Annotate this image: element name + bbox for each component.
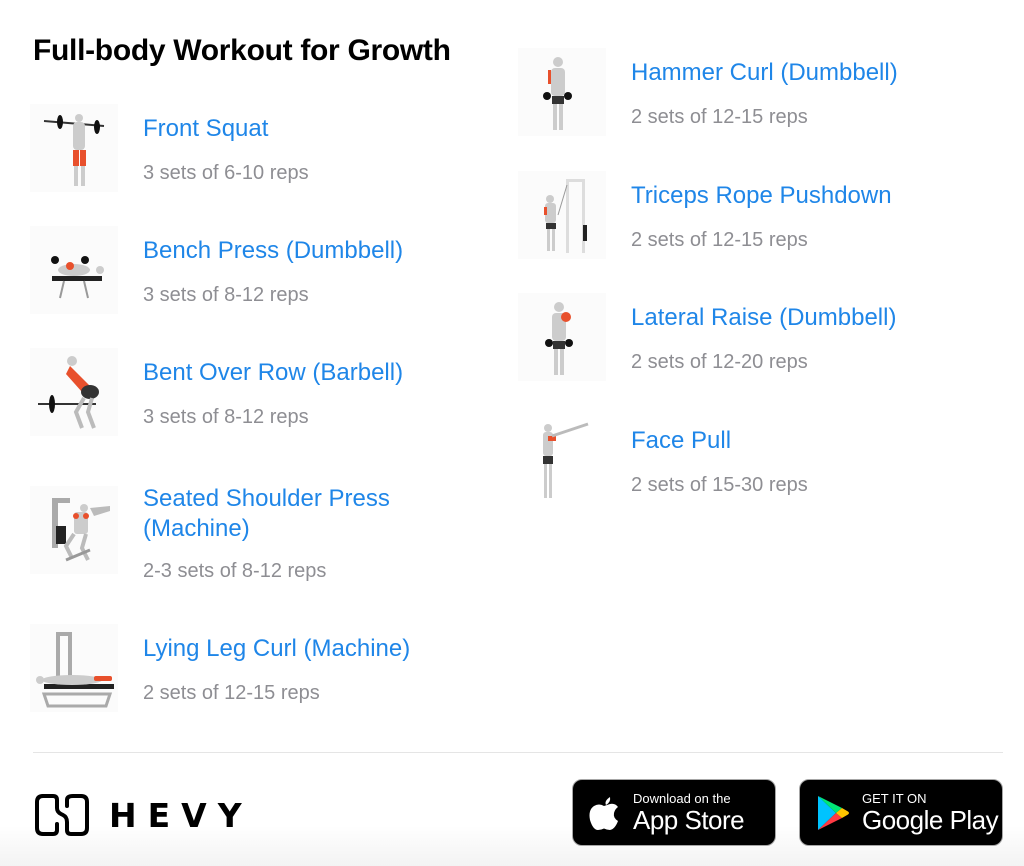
app-store-button[interactable]: Download on the App Store — [572, 779, 776, 846]
brand-wordmark: HEVY — [109, 795, 253, 835]
exercise-name-link[interactable]: Triceps Rope Pushdown — [631, 181, 971, 211]
exercise-name-link[interactable]: Lying Leg Curl (Machine) — [143, 634, 483, 664]
leg-curl-machine-illustration-icon — [30, 624, 118, 712]
exercise-name-link[interactable]: Seated Shoulder Press (Machine) — [143, 484, 483, 544]
page-title: Full-body Workout for Growth — [33, 34, 451, 67]
hammer-curl-illustration-icon — [518, 48, 606, 136]
exercise-sets-text: 2 sets of 12-20 reps — [631, 351, 808, 373]
google-play-big-text: Google Play — [862, 804, 999, 835]
exercise-sets-text: 2 sets of 15-30 reps — [631, 474, 808, 496]
exercise-name-link[interactable]: Lateral Raise (Dumbbell) — [631, 303, 971, 333]
face-pull-illustration-icon — [518, 416, 606, 504]
triceps-pushdown-illustration-icon — [518, 171, 606, 259]
exercise-name-link[interactable]: Hammer Curl (Dumbbell) — [631, 58, 971, 88]
exercise-sets-text: 2 sets of 12-15 reps — [631, 106, 808, 128]
lateral-raise-illustration-icon — [518, 293, 606, 381]
bench-press-illustration-icon — [30, 226, 118, 314]
exercise-sets-text: 2 sets of 12-15 reps — [143, 682, 320, 704]
app-store-small-text: Download on the — [633, 790, 731, 806]
exercise-sets-text: 2 sets of 12-15 reps — [631, 229, 808, 251]
apple-icon — [589, 796, 618, 830]
exercise-name-link[interactable]: Face Pull — [631, 426, 971, 456]
bent-over-row-illustration-icon — [30, 348, 118, 436]
google-play-button[interactable]: GET IT ON Google Play — [799, 779, 1003, 846]
exercise-name-link[interactable]: Bench Press (Dumbbell) — [143, 236, 483, 266]
hevy-logo-icon — [35, 794, 89, 836]
exercise-sets-text: 3 sets of 8-12 reps — [143, 284, 309, 306]
exercise-name-link[interactable]: Bent Over Row (Barbell) — [143, 358, 483, 388]
exercise-sets-text: 3 sets of 6-10 reps — [143, 162, 309, 184]
google-play-small-text: GET IT ON — [862, 790, 927, 806]
app-store-big-text: App Store — [633, 804, 745, 835]
exercise-sets-text: 3 sets of 8-12 reps — [143, 406, 309, 428]
shoulder-press-machine-illustration-icon — [30, 486, 118, 574]
front-squat-illustration-icon — [30, 104, 118, 192]
google-play-icon — [818, 795, 849, 830]
exercise-sets-text: 2-3 sets of 8-12 reps — [143, 560, 327, 582]
hevy-logo[interactable]: HEVY — [33, 792, 253, 838]
footer-divider — [33, 752, 1003, 753]
exercise-name-link[interactable]: Front Squat — [143, 114, 483, 144]
